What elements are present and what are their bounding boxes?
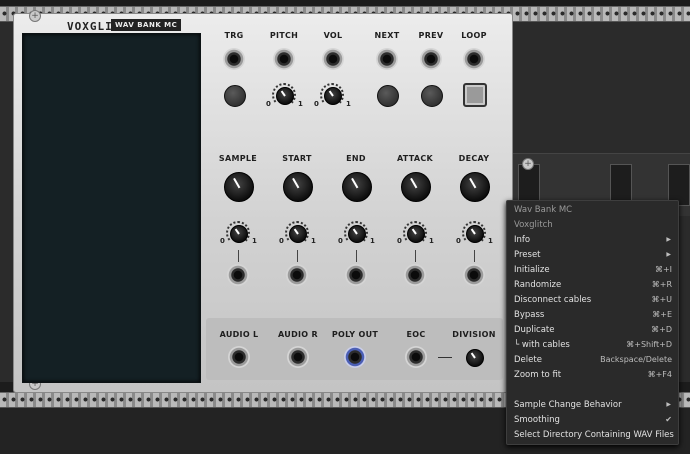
pitch-input-jack[interactable] xyxy=(273,48,295,70)
vol-max-label: 1 xyxy=(346,100,351,108)
menu-item-preset[interactable]: Preset ▶ xyxy=(507,248,678,263)
chevron-right-icon: ▶ xyxy=(666,401,671,408)
wav-bank-mc-module[interactable]: + + VOXGLITCH WAV BANK MC TRG PITCH VOL … xyxy=(14,10,512,392)
attack-cv-jack[interactable] xyxy=(404,264,426,286)
sample-cv-jack[interactable] xyxy=(227,264,249,286)
decay-cv-jack[interactable] xyxy=(463,264,485,286)
label-loop: LOOP xyxy=(461,31,487,40)
label-start: START xyxy=(282,154,312,163)
end-min-label: 0 xyxy=(338,237,343,245)
connector-line xyxy=(474,250,475,262)
label-end: END xyxy=(346,154,366,163)
start-max-label: 1 xyxy=(311,237,316,245)
start-cv-jack[interactable] xyxy=(286,264,308,286)
connector-line xyxy=(297,250,298,262)
menu-item-duplicate-with-cables[interactable]: └ with cables ⌘+Shift+D xyxy=(507,338,678,353)
loop-toggle-button[interactable] xyxy=(463,83,487,107)
attack-max-label: 1 xyxy=(429,237,434,245)
label-eoc: EOC xyxy=(406,330,426,339)
start-attenuator-knob[interactable] xyxy=(289,225,307,243)
start-knob[interactable] xyxy=(283,172,313,202)
connector-line xyxy=(415,250,416,262)
label-sample: SAMPLE xyxy=(218,154,258,163)
sample-max-label: 1 xyxy=(252,237,257,245)
audio-r-output-jack[interactable] xyxy=(287,346,309,368)
sample-attenuator-knob[interactable] xyxy=(230,225,248,243)
trg-input-jack[interactable] xyxy=(223,48,245,70)
label-decay: DECAY xyxy=(458,154,490,163)
sample-knob[interactable] xyxy=(224,172,254,202)
label-audio-r: AUDIO R xyxy=(278,330,318,339)
module-badge: WAV BANK MC xyxy=(111,19,182,31)
connector-line xyxy=(356,250,357,262)
menu-item-initialize[interactable]: Initialize ⌘+I xyxy=(507,263,678,278)
decay-max-label: 1 xyxy=(488,237,493,245)
pitch-attenuator-knob[interactable] xyxy=(276,87,294,105)
chevron-right-icon: ▶ xyxy=(666,236,671,243)
checkmark-icon: ✔ xyxy=(665,415,672,424)
attack-min-label: 0 xyxy=(397,237,402,245)
end-knob[interactable] xyxy=(342,172,372,202)
end-cv-jack[interactable] xyxy=(345,264,367,286)
pitch-max-label: 1 xyxy=(298,100,303,108)
menu-header-author: Voxglitch xyxy=(514,220,553,230)
division-knob[interactable] xyxy=(466,349,484,367)
next-button[interactable] xyxy=(377,85,399,107)
display-screen xyxy=(22,33,201,383)
poly-out-output-jack[interactable] xyxy=(344,346,366,368)
menu-header-title: Wav Bank MC xyxy=(514,205,573,215)
start-min-label: 0 xyxy=(279,237,284,245)
screw-icon: + xyxy=(522,158,534,170)
decay-min-label: 0 xyxy=(456,237,461,245)
context-menu: Wav Bank MC Voxglitch Info ▶ Preset ▶ Init… xyxy=(506,200,679,445)
next-input-jack[interactable] xyxy=(376,48,398,70)
menu-item-zoom-to-fit[interactable]: Zoom to fit ⌘+F4 xyxy=(507,368,678,383)
label-poly-out: POLY OUT xyxy=(331,330,379,339)
attack-attenuator-knob[interactable] xyxy=(407,225,425,243)
audio-l-output-jack[interactable] xyxy=(228,346,250,368)
decay-attenuator-knob[interactable] xyxy=(466,225,484,243)
eoc-output-jack[interactable] xyxy=(405,346,427,368)
end-max-label: 1 xyxy=(370,237,375,245)
sample-min-label: 0 xyxy=(220,237,225,245)
trg-button[interactable] xyxy=(224,85,246,107)
prev-input-jack[interactable] xyxy=(420,48,442,70)
label-division: DIVISION xyxy=(452,330,496,339)
label-audio-l: AUDIO L xyxy=(219,330,259,339)
decay-knob[interactable] xyxy=(460,172,490,202)
menu-item-randomize[interactable]: Randomize ⌘+R xyxy=(507,278,678,293)
end-attenuator-knob[interactable] xyxy=(348,225,366,243)
menu-item-smoothing[interactable]: Smoothing ✔ xyxy=(507,413,678,428)
menu-item-sample-change-behavior[interactable]: Sample Change Behavior ▶ xyxy=(507,398,678,413)
divider-line xyxy=(438,357,452,358)
label-vol: VOL xyxy=(323,31,343,40)
loop-input-jack[interactable] xyxy=(463,48,485,70)
label-attack: ATTACK xyxy=(396,154,434,163)
menu-item-disconnect-cables[interactable]: Disconnect cables ⌘+U xyxy=(507,293,678,308)
vol-min-label: 0 xyxy=(314,100,319,108)
connector-line xyxy=(238,250,239,262)
screw-icon: + xyxy=(29,10,41,22)
menu-item-delete[interactable]: Delete Backspace/Delete xyxy=(507,353,678,368)
menu-item-duplicate[interactable]: Duplicate ⌘+D xyxy=(507,323,678,338)
menu-item-info[interactable]: Info ▶ xyxy=(507,233,678,248)
attack-knob[interactable] xyxy=(401,172,431,202)
chevron-right-icon: ▶ xyxy=(666,251,671,258)
menu-item-select-directory[interactable]: Select Directory Containing WAV Files xyxy=(507,428,678,443)
vol-attenuator-knob[interactable] xyxy=(324,87,342,105)
vol-input-jack[interactable] xyxy=(322,48,344,70)
prev-button[interactable] xyxy=(421,85,443,107)
pitch-min-label: 0 xyxy=(266,100,271,108)
menu-item-bypass[interactable]: Bypass ⌘+E xyxy=(507,308,678,323)
